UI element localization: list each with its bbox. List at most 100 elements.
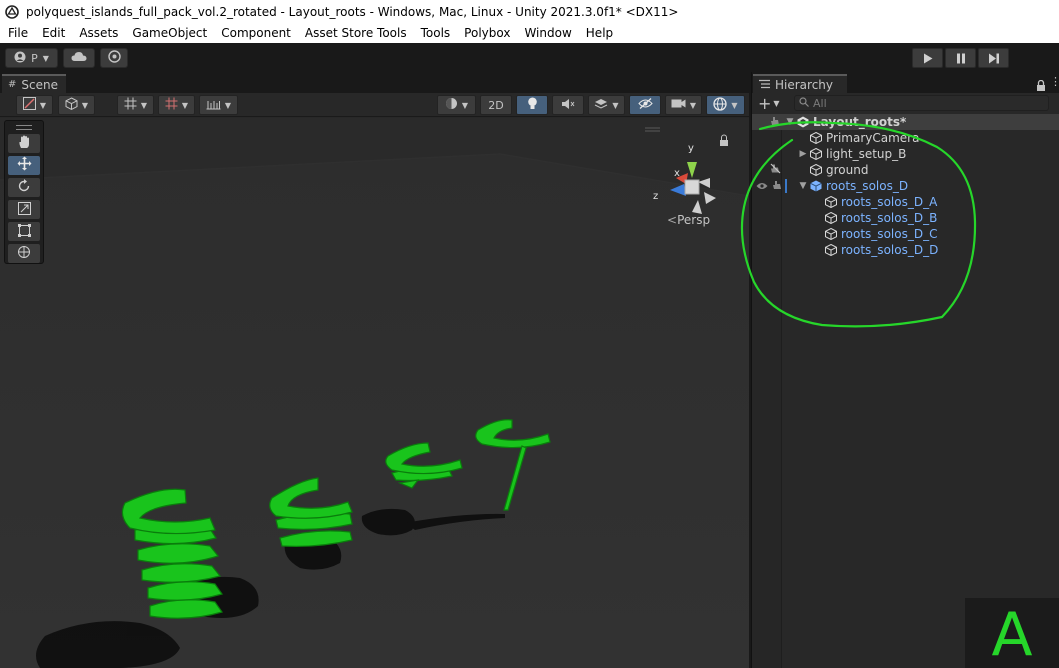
tools-overlay [4,120,44,264]
menu-component[interactable]: Component [214,26,298,40]
scene-tab-label: Scene [21,77,58,92]
hand-icon [18,134,31,153]
list-icon [759,78,770,92]
rect-transform-icon [17,222,31,241]
scene-panel: # Scene ▼ ▼ ▼ ▼ ▼ ▼ 2D ▼ ▼ ▼ y x z <Pers… [0,72,749,668]
draw-mode-icon [22,97,36,113]
gizmo-y-label: y [688,143,694,154]
menu-edit[interactable]: Edit [35,26,72,40]
chevron-down-icon: ▼ [612,100,619,110]
account-dropdown[interactable]: P ▼ [5,48,58,68]
chevron-down-icon: ▼ [731,100,738,110]
scene-lighting-toggle[interactable] [516,95,548,115]
move-tool-button[interactable] [8,156,40,175]
ground-plane [0,154,749,668]
annotation-circle [740,121,977,328]
hand-tool-button[interactable] [8,134,40,153]
hierarchy-tab-bar: Hierarchy ⋮ [752,72,1059,93]
collab-button[interactable] [100,48,128,68]
eye-slash-icon [637,98,653,112]
menu-window[interactable]: Window [517,26,578,40]
gizmo-z-label: z [653,191,658,202]
projection-label: Persp [677,213,711,227]
scene-tab-bar: # Scene [0,72,749,93]
scene-render: y x z [0,118,749,668]
layers-icon [594,98,608,113]
menu-assets[interactable]: Assets [72,26,125,40]
cloud-button[interactable] [63,48,95,68]
cloud-icon [71,51,87,65]
increment-snapping-dropdown[interactable]: ▼ [158,95,195,115]
transform-tool-button[interactable] [8,244,40,263]
sphere-icon [445,97,458,113]
menu-tools[interactable]: Tools [414,26,458,40]
scene-view-toolbar: ▼ ▼ ▼ ▼ ▼ ▼ 2D ▼ ▼ ▼ [0,93,749,117]
chevron-down-icon: ▼ [773,99,780,108]
search-placeholder: All [813,96,827,110]
pause-icon [956,49,966,68]
play-icon [923,49,933,68]
account-icon [14,51,26,66]
shading-mode-dropdown[interactable]: ▼ [58,95,95,115]
chevron-down-icon: ▼ [461,100,469,110]
chevron-down-icon: ▼ [689,100,697,110]
annotation-letter-box: A [965,598,1059,668]
menu-gameobject[interactable]: GameObject [125,26,214,40]
globe-icon [713,96,728,114]
collab-icon [107,50,121,66]
unity-logo-icon [4,4,20,20]
perspective-icon: < [667,213,678,227]
cube-icon [65,97,78,113]
projection-toggle[interactable]: <Persp [667,213,710,227]
camera-settings-dropdown[interactable]: ▼ [665,95,702,115]
menu-file[interactable]: File [0,26,35,40]
menu-help[interactable]: Help [579,26,620,40]
tab-scene[interactable]: # Scene [2,74,66,93]
playmode-controls [912,48,1009,68]
scene-visibility-toggle[interactable] [629,95,661,115]
step-button[interactable] [978,48,1009,68]
main-toolbar: P ▼ [0,43,1059,72]
account-label: P [31,51,38,65]
tab-hierarchy[interactable]: Hierarchy [753,74,847,93]
ruler-dropdown[interactable]: ▼ [199,95,238,115]
play-button[interactable] [912,48,943,68]
toggle-2d-button[interactable]: 2D [480,95,512,115]
camera-icon [671,98,686,112]
kebab-menu-icon[interactable]: ⋮ [1050,76,1059,87]
draw-style-dropdown[interactable]: ▼ [437,95,476,115]
rotate-tool-button[interactable] [8,178,40,197]
scene-viewport[interactable]: y x z [0,118,749,668]
chevron-down-icon: ▼ [39,100,47,110]
hierarchy-search-input[interactable]: All [794,95,1049,111]
scene-effects-dropdown[interactable]: ▼ [588,95,625,115]
rotate-icon [17,178,31,197]
pause-button[interactable] [945,48,976,68]
step-icon [988,49,1000,68]
grid-snapping-dropdown[interactable]: ▼ [117,95,154,115]
search-icon [799,96,809,110]
scene-grid-icon: # [8,79,17,90]
tools-grip[interactable] [16,125,32,130]
light-bulb-icon [527,97,538,113]
gizmo-x-label: x [674,168,680,179]
menu-asset-store-tools[interactable]: Asset Store Tools [298,26,414,40]
create-dropdown[interactable]: + ▼ [758,94,784,113]
increment-snap-icon [165,97,178,113]
chevron-down-icon: ▼ [81,100,89,110]
menu-bar: File Edit Assets GameObject Component As… [0,23,1059,43]
plus-icon: + [758,94,772,113]
rect-tool-button[interactable] [8,222,40,241]
menu-polybox[interactable]: Polybox [457,26,517,40]
draw-mode-dropdown[interactable]: ▼ [16,95,53,115]
hierarchy-tab-label: Hierarchy [775,77,834,92]
chevron-down-icon: ▼ [224,100,232,110]
chevron-down-icon: ▼ [181,100,189,110]
toggle-2d-label: 2D [488,98,504,112]
ruler-icon [206,98,221,113]
annotation-letter: A [991,600,1033,668]
scene-audio-toggle[interactable] [552,95,584,115]
scale-icon [17,200,31,219]
grid-snap-icon [124,97,137,113]
scale-tool-button[interactable] [8,200,40,219]
